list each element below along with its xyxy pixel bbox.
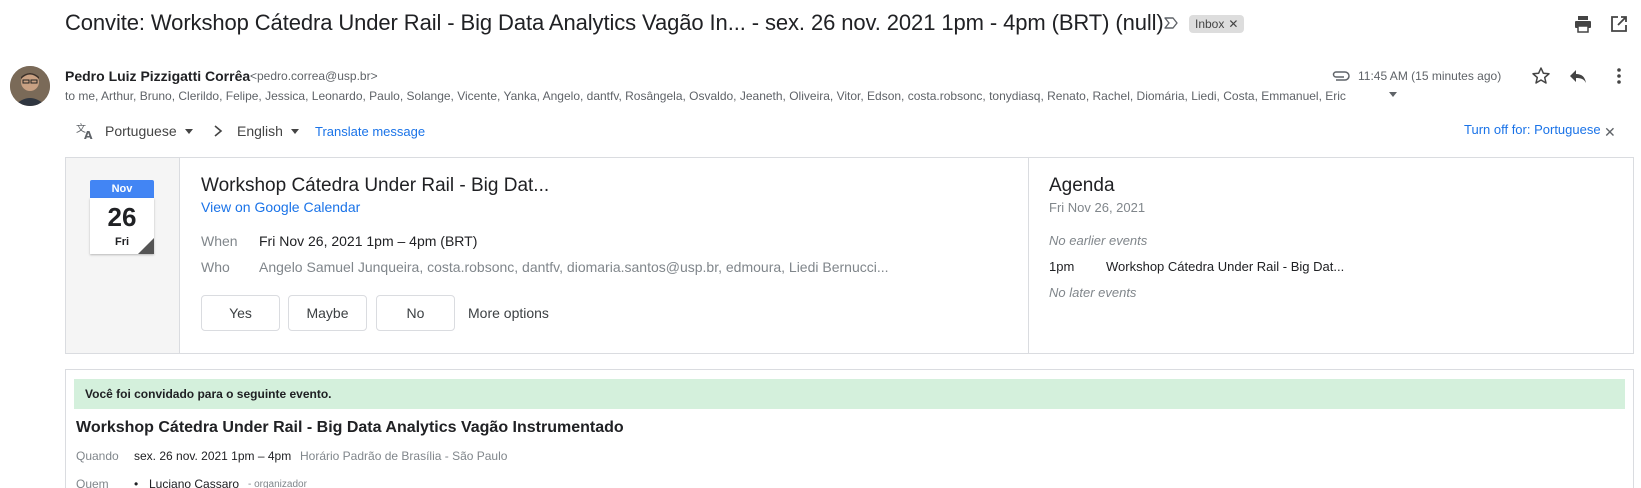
rsvp-yes-button[interactable]: Yes xyxy=(201,295,280,331)
print-icon[interactable] xyxy=(1573,14,1593,34)
source-language-label: Portuguese xyxy=(105,123,177,139)
sender-email: <pedro.correa@usp.br> xyxy=(250,69,378,83)
email-subject: Convite: Workshop Cátedra Under Rail - B… xyxy=(65,10,1164,35)
chevron-down-icon xyxy=(290,128,299,134)
calendar-date-panel: Nov 26 Fri xyxy=(66,158,180,353)
quando-value: sex. 26 nov. 2021 1pm – 4pm xyxy=(134,449,292,463)
inbox-label-chip[interactable]: Inbox ✕ xyxy=(1189,15,1245,33)
chevron-right-icon xyxy=(214,125,223,137)
calendar-month: Nov xyxy=(90,180,154,198)
calendar-day: 26 xyxy=(107,202,137,232)
chevron-down-icon xyxy=(184,128,193,134)
card-divider xyxy=(1028,158,1029,353)
organizer-role: - organizador xyxy=(248,479,307,488)
agenda-title: Agenda xyxy=(1049,175,1115,196)
target-language-label: English xyxy=(237,123,283,139)
open-new-window-icon[interactable] xyxy=(1609,14,1629,34)
agenda-event-time: 1pm xyxy=(1049,259,1075,274)
sender-name[interactable]: Pedro Luiz Pizzigatti Corrêa xyxy=(65,68,250,84)
close-icon[interactable]: ✕ xyxy=(1604,124,1616,141)
rsvp-more-options-button[interactable]: More options xyxy=(468,295,549,331)
recipients-list: to me, Arthur, Bruno, Clerildo, Felipe, … xyxy=(65,89,1346,103)
reply-icon[interactable] xyxy=(1568,66,1588,86)
calendar-page: 26 Fri xyxy=(90,198,154,254)
invitation-body: Você foi convidado para o seguinte event… xyxy=(65,369,1634,488)
remove-label-icon[interactable]: ✕ xyxy=(1228,17,1238,31)
sender-avatar[interactable] xyxy=(10,66,50,106)
calendar-invite-card: Nov 26 Fri Workshop Cátedra Under Rail -… xyxy=(65,157,1634,354)
agenda-event-title[interactable]: Workshop Cátedra Under Rail - Big Dat... xyxy=(1106,259,1344,274)
event-title: Workshop Cátedra Under Rail - Big Dat... xyxy=(201,175,550,196)
svg-text:A: A xyxy=(84,129,93,141)
quando-label: Quando xyxy=(76,449,119,463)
invited-banner: Você foi convidado para o seguinte event… xyxy=(74,379,1625,409)
agenda-date: Fri Nov 26, 2021 xyxy=(1049,200,1146,215)
quem-label: Quem xyxy=(76,477,109,488)
translate-message-link[interactable]: Translate message xyxy=(315,124,425,139)
translate-icon: 文 A xyxy=(76,122,93,141)
important-marker-icon[interactable] xyxy=(1163,15,1179,31)
turn-off-translate-link[interactable]: Turn off for: Portuguese xyxy=(1464,122,1601,137)
who-value: Angelo Samuel Junqueira, costa.robsonc, … xyxy=(259,259,889,275)
more-vert-icon[interactable] xyxy=(1609,66,1629,86)
when-value: Fri Nov 26, 2021 1pm – 4pm (BRT) xyxy=(259,233,478,249)
organizer-bullet: • xyxy=(134,477,139,488)
attachment-icon xyxy=(1332,71,1350,81)
view-on-google-calendar-link[interactable]: View on Google Calendar xyxy=(201,199,360,215)
when-label: When xyxy=(201,233,238,249)
show-details-dropdown-icon[interactable] xyxy=(1389,92,1397,97)
no-later-events: No later events xyxy=(1049,285,1137,300)
who-label: Who xyxy=(201,259,230,275)
rsvp-no-button[interactable]: No xyxy=(376,295,455,331)
source-language-select[interactable]: Portuguese xyxy=(105,123,193,139)
calendar-date-icon: Nov 26 Fri xyxy=(90,180,154,256)
page-fold xyxy=(138,238,154,254)
inbox-label-text: Inbox xyxy=(1195,17,1225,31)
invitation-title: Workshop Cátedra Under Rail - Big Data A… xyxy=(76,419,624,436)
star-icon[interactable] xyxy=(1531,66,1551,86)
no-earlier-events: No earlier events xyxy=(1049,233,1148,248)
organizer-name: Luciano Cassaro xyxy=(149,477,240,488)
email-timestamp: 11:45 AM (15 minutes ago) xyxy=(1358,69,1502,83)
target-language-select[interactable]: English xyxy=(237,123,299,139)
rsvp-maybe-button[interactable]: Maybe xyxy=(288,295,367,331)
quando-timezone: Horário Padrão de Brasília - São Paulo xyxy=(300,449,508,463)
